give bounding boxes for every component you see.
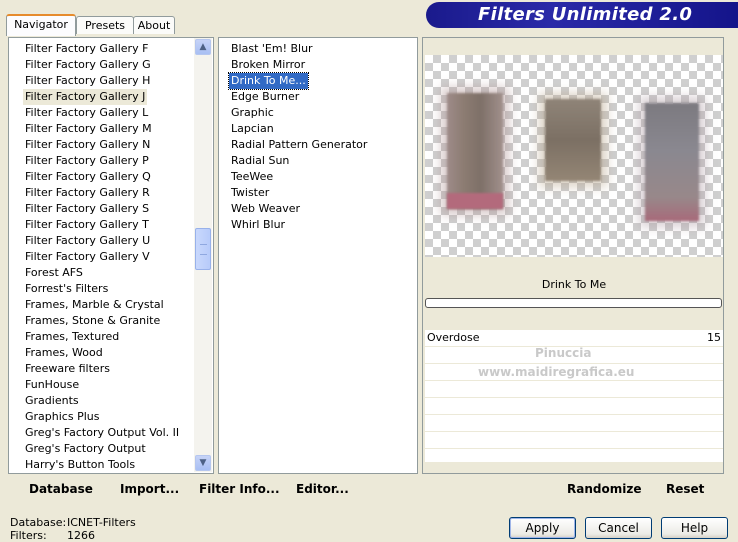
cancel-button[interactable]: Cancel xyxy=(585,517,652,539)
import-button[interactable]: Import... xyxy=(120,482,179,496)
progress-bar xyxy=(425,298,722,308)
param-row xyxy=(425,398,723,415)
filter-list[interactable]: Blast 'Em! Blur Broken Mirror Drink To Me.… xyxy=(218,37,418,474)
filter-item[interactable]: Edge Burner xyxy=(229,89,301,105)
tab-about[interactable]: About xyxy=(133,16,175,34)
tab-navigator[interactable]: Navigator xyxy=(6,14,76,36)
category-item[interactable]: Freeware filters xyxy=(23,361,112,377)
category-item[interactable]: Frames, Textured xyxy=(23,329,121,345)
help-button[interactable]: Help xyxy=(661,517,728,539)
filter-item[interactable]: Web Weaver xyxy=(229,201,302,217)
tab-presets[interactable]: Presets xyxy=(76,16,134,34)
watermark-line1: Pinuccia xyxy=(535,346,592,360)
category-item[interactable]: Filter Factory Gallery J xyxy=(23,89,148,105)
category-item[interactable]: Filter Factory Gallery G xyxy=(23,57,153,73)
category-item[interactable]: Filter Factory Gallery P xyxy=(23,153,151,169)
param-row xyxy=(425,432,723,449)
param-value: 15 xyxy=(707,331,721,344)
category-scrollbar[interactable]: ▲ ▼ xyxy=(194,38,212,472)
category-item[interactable]: Filter Factory Gallery S xyxy=(23,201,151,217)
preview-image xyxy=(425,55,723,257)
randomize-button[interactable]: Randomize xyxy=(567,482,641,496)
category-item[interactable]: Filter Factory Gallery Q xyxy=(23,169,153,185)
category-item[interactable]: Graphics Plus xyxy=(23,409,101,425)
param-label: Overdose xyxy=(427,331,480,344)
filters-count-label: Filters: xyxy=(10,529,47,542)
category-item[interactable]: Filter Factory Gallery M xyxy=(23,121,154,137)
filter-item[interactable]: Lapcian xyxy=(229,121,276,137)
category-item[interactable]: Greg's Factory Output Vol. II xyxy=(23,425,181,441)
scroll-up-icon[interactable]: ▲ xyxy=(195,39,211,55)
category-item[interactable]: Frames, Wood xyxy=(23,345,105,361)
category-item[interactable]: Gradients xyxy=(23,393,81,409)
category-item[interactable]: Filter Factory Gallery H xyxy=(23,73,152,89)
param-row xyxy=(425,415,723,432)
reset-button[interactable]: Reset xyxy=(666,482,704,496)
category-item[interactable]: FunHouse xyxy=(23,377,81,393)
database-status-value: ICNET-Filters xyxy=(67,516,136,529)
database-button[interactable]: Database xyxy=(29,482,93,496)
filter-item[interactable]: Graphic xyxy=(229,105,276,121)
filter-item[interactable]: Radial Pattern Generator xyxy=(229,137,369,153)
database-status-label: Database: xyxy=(10,516,67,529)
filter-item[interactable]: Twister xyxy=(229,185,271,201)
category-item[interactable]: Filter Factory Gallery T xyxy=(23,217,151,233)
filter-item[interactable]: Blast 'Em! Blur xyxy=(229,41,315,57)
editor-button[interactable]: Editor... xyxy=(296,482,349,496)
category-item[interactable]: Filter Factory Gallery V xyxy=(23,249,152,265)
category-item[interactable]: Forrest's Filters xyxy=(23,281,110,297)
filter-name-label: Drink To Me xyxy=(425,276,723,294)
scrollbar-thumb[interactable] xyxy=(195,228,211,270)
app-title: Filters Unlimited 2.0 xyxy=(478,4,693,25)
category-item[interactable]: Filter Factory Gallery N xyxy=(23,137,152,153)
param-row-overdose[interactable]: Overdose 15 xyxy=(425,330,723,347)
apply-button[interactable]: Apply xyxy=(509,517,576,539)
category-item[interactable]: Frames, Marble & Crystal xyxy=(23,297,166,313)
category-item[interactable]: Harry's Button Tools xyxy=(23,457,137,473)
param-row xyxy=(425,449,723,463)
category-list[interactable]: Filter Factory Gallery F Filter Factory G… xyxy=(8,37,214,474)
category-item[interactable]: Forest AFS xyxy=(23,265,85,281)
filter-item[interactable]: Whirl Blur xyxy=(229,217,287,233)
filter-item[interactable]: Drink To Me... xyxy=(228,72,309,90)
filter-item[interactable]: Radial Sun xyxy=(229,153,291,169)
filters-count-value: 1266 xyxy=(67,529,95,542)
watermark-line2: www.maidiregrafica.eu xyxy=(478,365,635,379)
category-item[interactable]: Frames, Stone & Granite xyxy=(23,313,162,329)
category-item[interactable]: Filter Factory Gallery U xyxy=(23,233,152,249)
filter-item[interactable]: TeeWee xyxy=(229,169,275,185)
category-item[interactable]: Filter Factory Gallery F xyxy=(23,41,150,57)
filter-info-button[interactable]: Filter Info... xyxy=(199,482,280,496)
category-item[interactable]: Filter Factory Gallery L xyxy=(23,105,150,121)
param-row xyxy=(425,381,723,398)
category-item[interactable]: Greg's Factory Output xyxy=(23,441,148,457)
category-item[interactable]: Filter Factory Gallery R xyxy=(23,185,152,201)
scroll-down-icon[interactable]: ▼ xyxy=(195,455,211,471)
filter-item[interactable]: Broken Mirror xyxy=(229,57,307,73)
